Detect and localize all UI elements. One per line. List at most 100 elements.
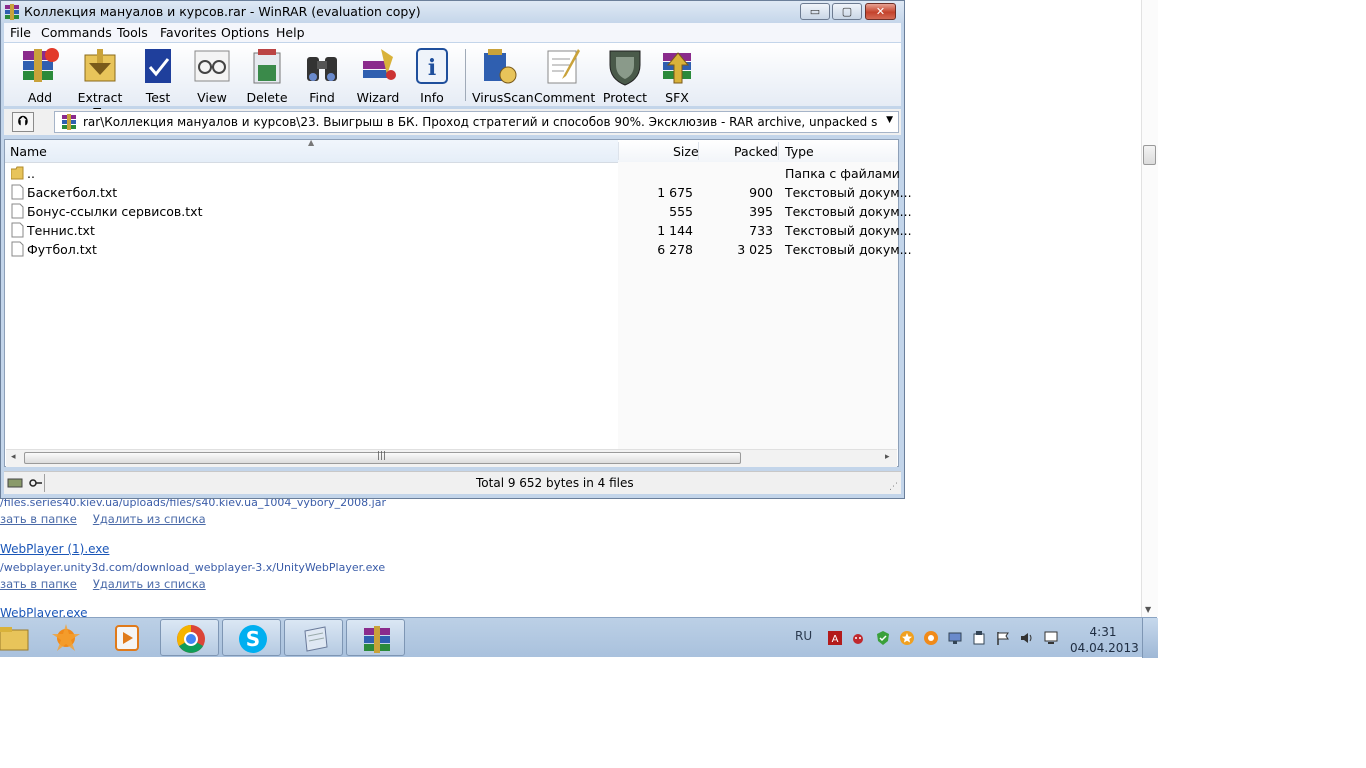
download-name[interactable]: WebPlayer.exe [0, 606, 88, 617]
remove-from-list-link[interactable]: Удалить из списка [93, 512, 206, 526]
volume-tray-icon[interactable] [1020, 631, 1034, 645]
column-packed[interactable]: Packed [734, 144, 778, 159]
svg-text:A: A [832, 634, 839, 645]
download-name[interactable]: WebPlayer (1).exe [0, 542, 109, 556]
row-name: .. [27, 166, 35, 181]
taskbar-skype[interactable]: S [222, 619, 281, 656]
dropdown-arrow-icon[interactable]: ▼ [886, 115, 893, 125]
menu-help[interactable]: Help [276, 25, 305, 40]
test-icon [145, 49, 171, 83]
download-actions: зать в папке Удалить из списка [0, 577, 222, 591]
delete-icon [253, 49, 281, 84]
virusscan-button[interactable]: VirusScan [472, 45, 534, 105]
add-label: Add [27, 90, 53, 105]
show-in-folder-link[interactable]: зать в папке [0, 512, 77, 526]
taskbar-avast[interactable] [36, 619, 95, 656]
column-divider [698, 142, 699, 160]
minimize-button[interactable]: ▭ [800, 3, 830, 20]
protect-icon [609, 50, 641, 86]
column-name[interactable]: Name [10, 144, 47, 159]
maximize-button[interactable]: ▢ [832, 3, 862, 20]
row-type: Папка с файлами [785, 166, 900, 181]
list-item[interactable]: Футбол.txt 6 278 3 025 Текстовый докум..… [5, 240, 912, 259]
menu-tools[interactable]: Tools [117, 25, 148, 40]
column-type[interactable]: Type [785, 144, 814, 159]
network-tray-icon[interactable] [948, 631, 962, 645]
close-button[interactable]: ✕ [865, 3, 896, 20]
menu-file[interactable]: File [10, 25, 31, 40]
window-title: Коллекция мануалов и курсов.rar - WinRAR… [24, 4, 421, 19]
folder-icon [11, 166, 24, 180]
column-size[interactable]: Size [673, 144, 699, 159]
status-divider [44, 474, 45, 492]
row-name: Футбол.txt [27, 242, 97, 257]
taskbar-notepad[interactable] [284, 619, 343, 656]
add-button[interactable]: Add [16, 45, 64, 105]
notepad-icon [304, 626, 328, 652]
list-header: Name ▲ Size Packed Type [5, 138, 898, 163]
remove-from-list-link[interactable]: Удалить из списка [93, 577, 206, 591]
show-in-folder-link[interactable]: зать в папке [0, 577, 77, 591]
horizontal-scrollbar[interactable]: ◂ ||| ▸ [6, 449, 897, 467]
chrome-icon [177, 625, 205, 653]
flag-tray-icon[interactable] [996, 631, 1010, 645]
download-url[interactable]: /webplayer.unity3d.com/download_webplaye… [0, 561, 385, 574]
menu-bar: File Commands Tools Favorites Options He… [4, 23, 901, 42]
avast-icon [52, 624, 80, 651]
page-scroll-thumb[interactable] [1143, 145, 1156, 165]
horizontal-scroll-thumb[interactable]: ||| [24, 451, 741, 464]
list-item[interactable]: Бонус-ссылки сервисов.txt 555 395 Тексто… [5, 202, 912, 221]
comment-button[interactable]: Comment [534, 45, 595, 105]
row-size: 1 144 [657, 223, 693, 238]
device-tray-icon[interactable] [972, 631, 986, 645]
status-text: Total 9 652 bytes in 4 files [476, 476, 634, 490]
text-file-icon [11, 241, 24, 257]
drive-key-icon[interactable] [7, 476, 43, 490]
sfx-button[interactable]: SFX [657, 45, 697, 105]
view-button[interactable]: View [190, 45, 234, 105]
list-item[interactable]: Теннис.txt 1 144 733 Текстовый докум... [5, 221, 912, 240]
scroll-down-arrow-icon[interactable]: ▼ [1145, 605, 1151, 614]
column-divider [618, 142, 619, 160]
text-file-icon [11, 222, 24, 238]
taskbar-chrome[interactable] [160, 619, 219, 656]
protect-button[interactable]: Protect [600, 45, 650, 105]
wizard-button[interactable]: Wizard [355, 45, 401, 105]
taskbar-media-player[interactable] [98, 619, 157, 656]
add-archive-icon [23, 48, 59, 82]
protect-label: Protect [602, 90, 648, 105]
show-desktop-button[interactable] [1142, 618, 1158, 658]
find-button[interactable]: Find [300, 45, 344, 105]
row-packed: 733 [749, 223, 773, 238]
menu-commands[interactable]: Commands [41, 25, 112, 40]
sfx-label: SFX [665, 90, 689, 105]
language-indicator[interactable]: RU [795, 629, 812, 643]
path-combobox[interactable]: rar\Коллекция мануалов и курсов\23. Выиг… [54, 111, 899, 133]
menu-options[interactable]: Options [221, 25, 269, 40]
title-bar[interactable]: Коллекция мануалов и курсов.rar - WinRAR… [1, 1, 904, 23]
star-tray-icon[interactable] [900, 631, 914, 645]
test-button[interactable]: Test [136, 45, 180, 105]
info-label: Info [420, 90, 444, 105]
list-item-parent-folder[interactable]: .. Папка с файлами [5, 164, 900, 183]
up-folder-button[interactable]: ⮉ [12, 112, 34, 132]
scroll-right-arrow-icon[interactable]: ▸ [885, 452, 890, 462]
list-item[interactable]: Баскетбол.txt 1 675 900 Текстовый докум.… [5, 183, 912, 202]
row-type: Текстовый докум... [785, 223, 912, 238]
monitor-tray-icon[interactable] [1044, 631, 1058, 645]
clock[interactable]: 4:31 04.04.2013 [1070, 624, 1139, 656]
taskbar-winrar[interactable] [346, 619, 405, 656]
row-type: Текстовый докум... [785, 242, 912, 257]
page-vertical-scrollbar[interactable]: ▼ [1141, 0, 1158, 617]
avast-tray-icon[interactable] [924, 631, 938, 645]
acrobat-tray-icon[interactable]: A [828, 631, 842, 645]
shield-check-tray-icon[interactable] [876, 631, 890, 645]
wizard-label: Wizard [356, 90, 400, 105]
menu-favorites[interactable]: Favorites [160, 25, 216, 40]
info-button[interactable]: i Info [410, 45, 454, 105]
bug-tray-icon[interactable] [851, 631, 865, 645]
scroll-left-arrow-icon[interactable]: ◂ [11, 452, 16, 462]
comment-icon [547, 49, 580, 84]
delete-button[interactable]: Delete [245, 45, 289, 105]
resize-grip-icon[interactable]: ⋰ [889, 482, 898, 492]
